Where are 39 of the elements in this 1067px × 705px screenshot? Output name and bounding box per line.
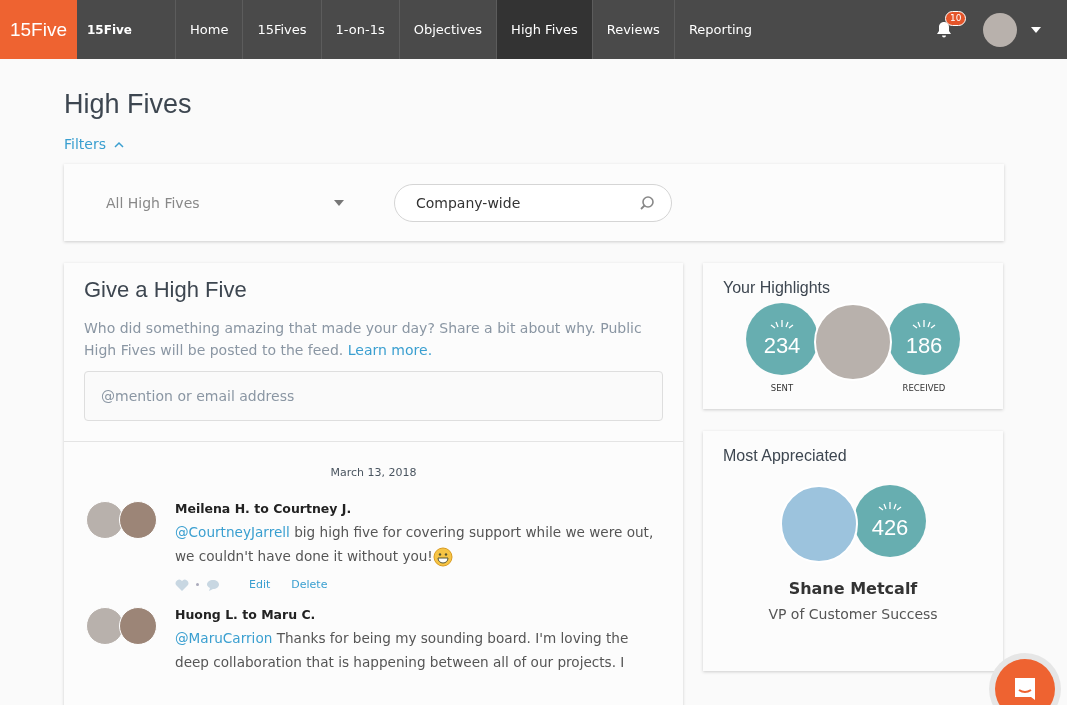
bell-icon[interactable] <box>935 20 953 39</box>
avatar[interactable] <box>983 12 1017 47</box>
person-role: VP of Customer Success <box>767 606 939 622</box>
search-icon <box>639 194 655 211</box>
search-field[interactable]: Company-wide <box>394 183 672 222</box>
avatar <box>119 607 157 645</box>
nav-tab[interactable]: Home <box>175 0 243 59</box>
page-title: High Fives <box>64 89 193 120</box>
nav-tab[interactable]: Reviews <box>591 0 674 59</box>
company-name[interactable]: 15Five <box>77 0 175 59</box>
received-count-badge: 186 <box>888 303 960 375</box>
nav-tab[interactable]: High Fives <box>496 0 592 59</box>
nav-tab[interactable]: 1-on-1s <box>320 0 399 59</box>
card-title: Give a High Five <box>84 277 248 303</box>
caret-icon <box>334 199 344 206</box>
feed-date: March 13, 2018 <box>329 466 418 479</box>
card-title: Your Highlights <box>723 279 832 297</box>
nav-tab[interactable]: Reporting <box>673 0 767 59</box>
mention-input-field[interactable]: @mention or email address <box>84 371 663 421</box>
chevron-icon <box>113 140 124 148</box>
person-name: Shane Metcalf <box>787 579 919 598</box>
post-message: @MaruCarrion Thanks for being my sounding board. I'm loving the deep collaboration that is happening between all of our projects. I <box>175 629 630 672</box>
notification-badge: 10 <box>945 11 967 26</box>
sent-count-badge: 234 <box>746 303 818 375</box>
avatar <box>86 501 124 539</box>
nav-tab[interactable]: 15Fives <box>242 0 321 59</box>
count-badge: 426 <box>854 485 926 557</box>
stat-label: SENT <box>770 383 794 393</box>
post-message: @CourtneyJarrell big high five for covering support while we were out, we couldn't have done it without you! <box>175 520 655 568</box>
stat-label: RECEIVED <box>902 383 946 393</box>
avatar <box>86 607 124 645</box>
description-text: Who did something amazing that made your day? Share a bit about why. Public High Fives will be posted to the feed. Learn more. <box>84 319 643 360</box>
smiley-icon <box>432 547 453 567</box>
post-header: Huong L. to Maru C. <box>175 607 317 622</box>
chat-icon <box>1012 676 1038 702</box>
post-header: Meilena H. to Courtney J. <box>175 501 353 516</box>
avatar <box>119 501 157 539</box>
card-title: Most Appreciated <box>723 447 848 465</box>
caret-icon[interactable] <box>1031 26 1041 33</box>
